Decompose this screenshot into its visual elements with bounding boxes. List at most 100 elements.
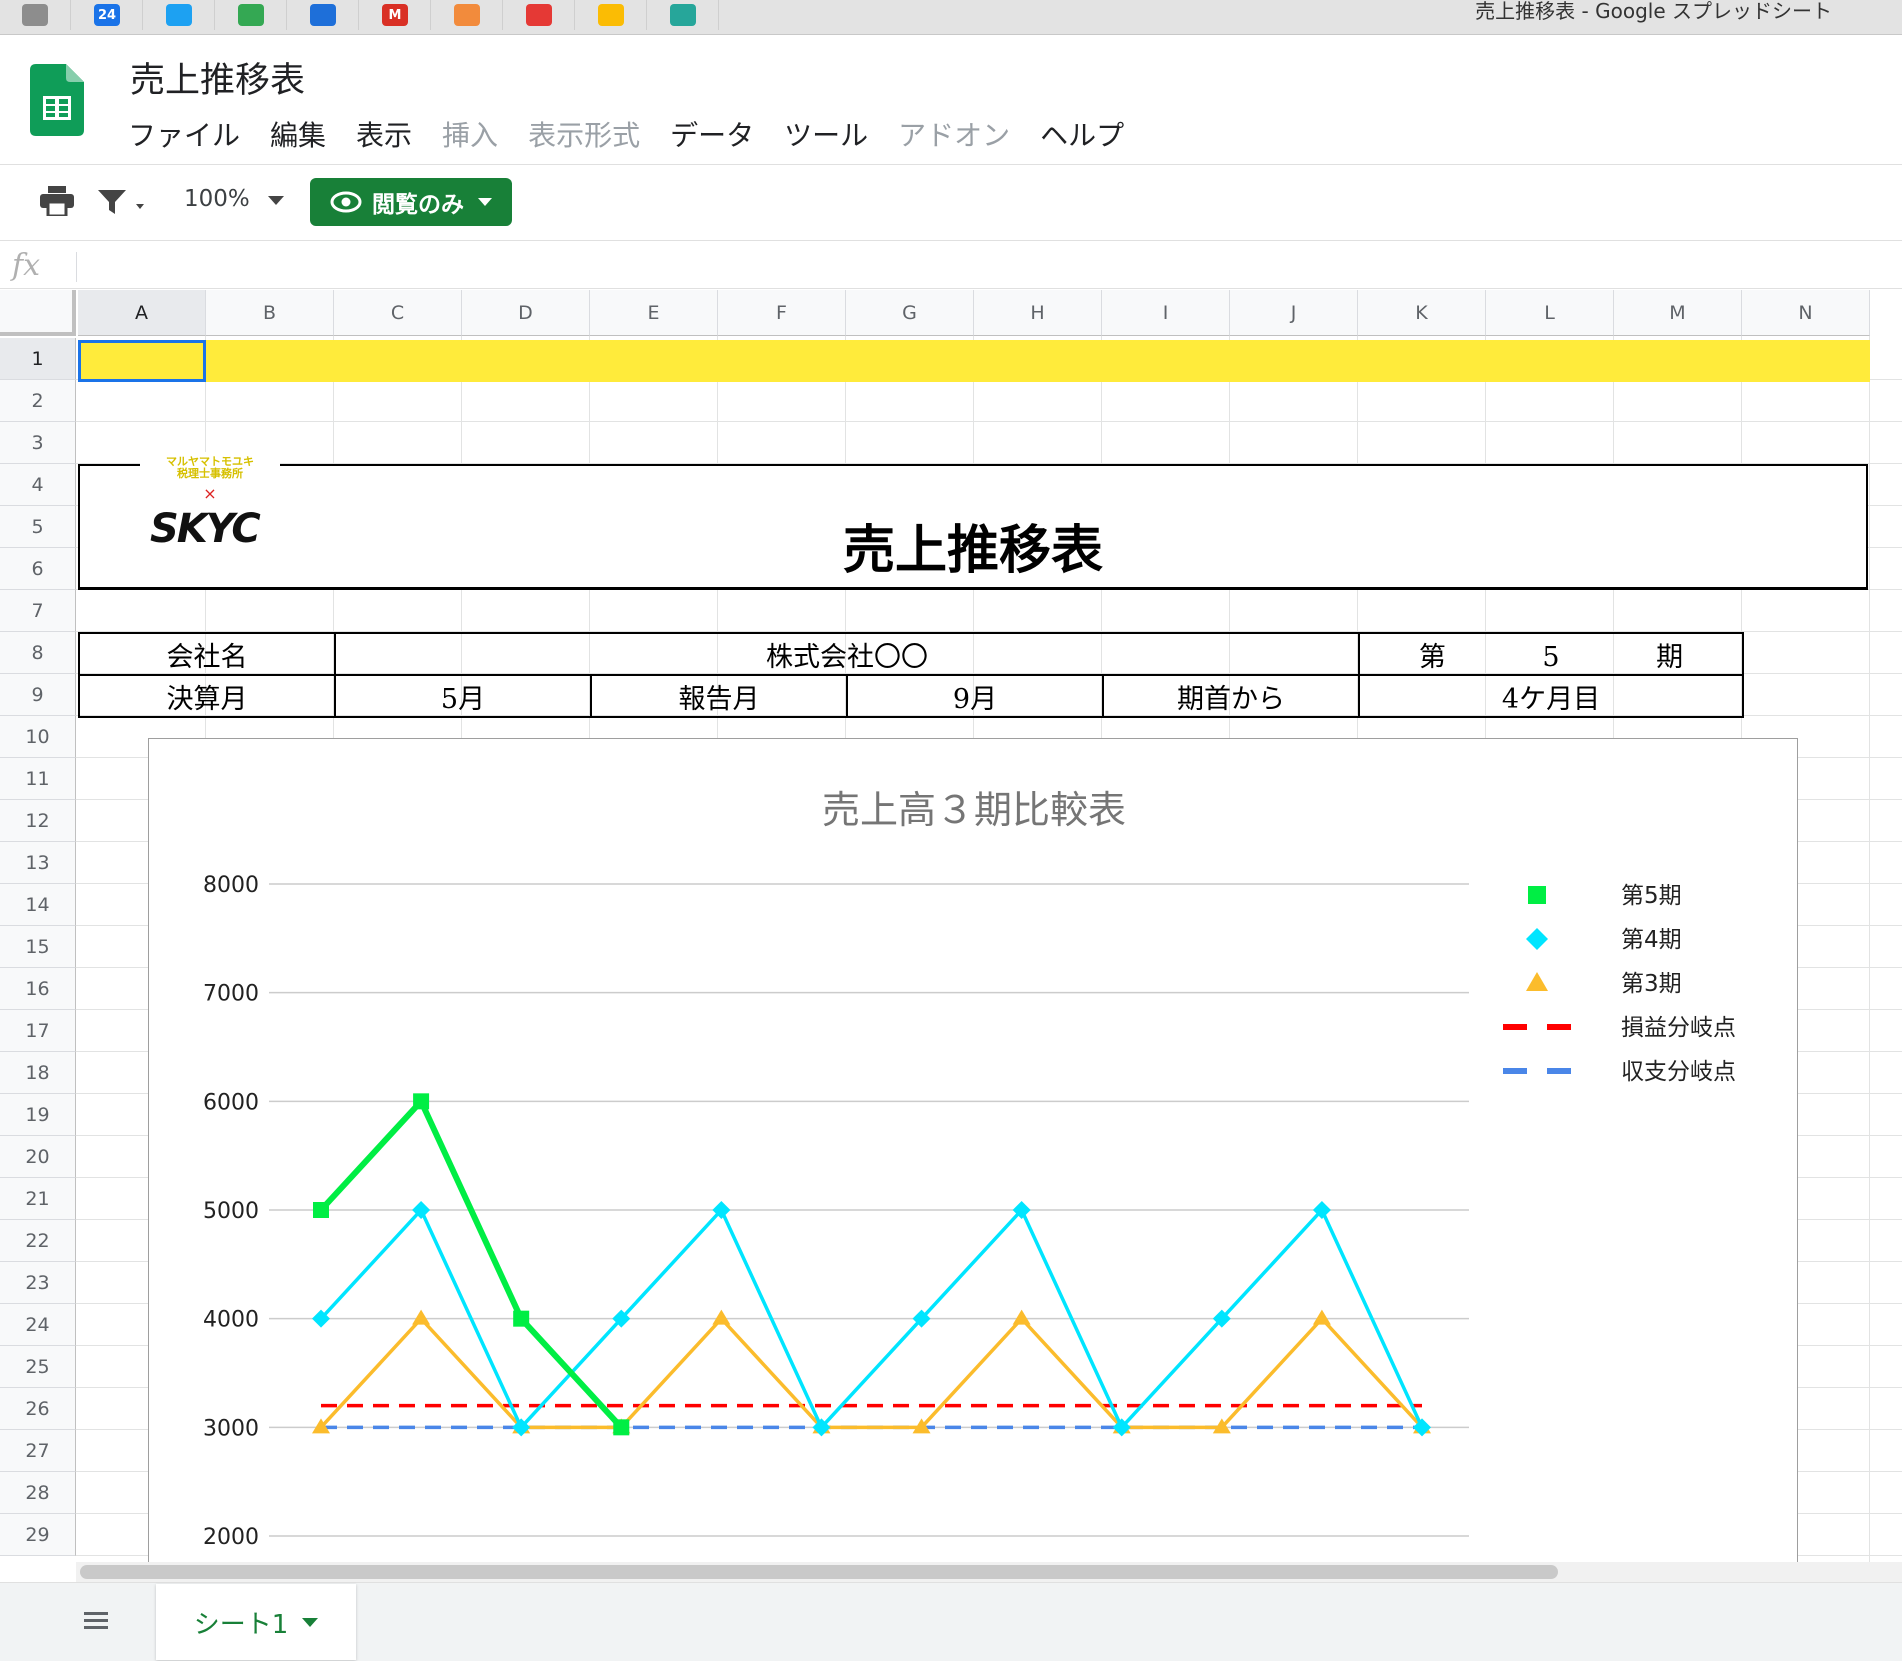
row-header-9[interactable]: 9	[0, 674, 76, 716]
row-header-15[interactable]: 15	[0, 926, 76, 968]
column-header-e[interactable]: E	[590, 290, 718, 336]
bookmark-twitter-icon[interactable]	[144, 0, 215, 30]
row-header-10[interactable]: 10	[0, 716, 76, 758]
column-header-n[interactable]: N	[1742, 290, 1870, 336]
chart-canvas: 売上高３期比較表 2000 3000 4000 5000 6000 7000 8000 第5期第…	[203, 788, 1736, 1550]
column-header-b[interactable]: B	[206, 290, 334, 336]
column-header-i[interactable]: I	[1102, 290, 1230, 336]
print-button[interactable]	[40, 186, 74, 216]
column-header-h[interactable]: H	[974, 290, 1102, 336]
sheet-tab-active[interactable]: シート1	[156, 1584, 356, 1660]
alarm-icon	[454, 4, 480, 26]
menu-item[interactable]: 挿入	[442, 114, 498, 154]
bookmark-finder-icon[interactable]	[0, 0, 71, 30]
from-start-value[interactable]: 4ケ月目	[1358, 674, 1744, 718]
row-header-5[interactable]: 5	[0, 506, 76, 548]
term-cell[interactable]: 第 5 期	[1358, 632, 1744, 676]
column-header-g[interactable]: G	[846, 290, 974, 336]
row-header-16[interactable]: 16	[0, 968, 76, 1010]
from-start-label[interactable]: 期首から	[1102, 674, 1360, 718]
row-header-25[interactable]: 25	[0, 1346, 76, 1388]
formula-input[interactable]	[96, 250, 1890, 284]
menu-item[interactable]: データ	[670, 114, 754, 154]
term-number: 5	[1542, 641, 1560, 673]
bookmark-gmail-icon[interactable]: M	[360, 0, 431, 30]
column-header-l[interactable]: L	[1486, 290, 1614, 336]
bookmark-alarm-icon[interactable]	[432, 0, 503, 30]
view-only-button[interactable]: 閲覧のみ	[310, 178, 512, 226]
row-header-27[interactable]: 27	[0, 1430, 76, 1472]
closing-month-label[interactable]: 決算月	[78, 674, 336, 718]
row-header-19[interactable]: 19	[0, 1094, 76, 1136]
menu-item[interactable]: ヘルプ	[1040, 114, 1124, 154]
row-header-28[interactable]: 28	[0, 1472, 76, 1514]
report-month-label[interactable]: 報告月	[590, 674, 848, 718]
legend-label: 損益分岐点	[1621, 1015, 1736, 1041]
y-tick-label: 4000	[203, 1308, 259, 1333]
sheet-tab-label: シート1	[193, 1609, 289, 1640]
column-header-d[interactable]: D	[462, 290, 590, 336]
bookmark-calendar-icon[interactable]: 24	[72, 0, 143, 30]
report-month-value[interactable]: 9月	[846, 674, 1104, 718]
marker-triangle	[712, 1309, 731, 1325]
bookmark-pinwheel-icon[interactable]	[576, 0, 647, 30]
row-header-22[interactable]: 22	[0, 1220, 76, 1262]
sheets-logo-icon[interactable]	[30, 64, 84, 136]
chevron-down-icon[interactable]	[302, 1617, 319, 1627]
marker-triangle	[1312, 1309, 1331, 1325]
horizontal-scroll-thumb[interactable]	[80, 1565, 1558, 1579]
legend-marker-triangle	[1526, 972, 1548, 991]
menu-item[interactable]: 表示	[356, 114, 412, 154]
bookmark-teal-app-icon[interactable]	[648, 0, 719, 30]
column-header-k[interactable]: K	[1358, 290, 1486, 336]
row-header-13[interactable]: 13	[0, 842, 76, 884]
filter-button[interactable]	[96, 188, 146, 216]
row-header-2[interactable]: 2	[0, 380, 76, 422]
row-header-12[interactable]: 12	[0, 800, 76, 842]
row-header-29[interactable]: 29	[0, 1514, 76, 1556]
active-cell-a1[interactable]	[78, 340, 206, 382]
column-header-f[interactable]: F	[718, 290, 846, 336]
chevron-down-icon[interactable]	[268, 196, 284, 205]
select-all-corner[interactable]	[0, 290, 76, 336]
row-header-21[interactable]: 21	[0, 1178, 76, 1220]
term-suffix: 期	[1656, 641, 1684, 673]
row-header-17[interactable]: 17	[0, 1010, 76, 1052]
row-header-4[interactable]: 4	[0, 464, 76, 506]
legend-label: 第4期	[1621, 927, 1682, 953]
column-header-j[interactable]: J	[1230, 290, 1358, 336]
column-header-m[interactable]: M	[1614, 290, 1742, 336]
menu-item[interactable]: アドオン	[898, 114, 1010, 154]
row-header-24[interactable]: 24	[0, 1304, 76, 1346]
row-header-18[interactable]: 18	[0, 1052, 76, 1094]
y-tick-label: 2000	[203, 1525, 259, 1550]
all-sheets-button[interactable]	[82, 1608, 110, 1632]
menu-item[interactable]: 編集	[270, 114, 326, 154]
row-header-8[interactable]: 8	[0, 632, 76, 674]
menu-item[interactable]: ツール	[784, 114, 868, 154]
column-header-c[interactable]: C	[334, 290, 462, 336]
bookmark-google-drive-icon[interactable]	[216, 0, 287, 30]
legend-label: 収支分岐点	[1621, 1059, 1736, 1085]
row-header-14[interactable]: 14	[0, 884, 76, 926]
row-header-1[interactable]: 1	[0, 338, 76, 380]
row-header-26[interactable]: 26	[0, 1388, 76, 1430]
sales-comparison-chart[interactable]: 売上高３期比較表 2000 3000 4000 5000 6000 7000 8000 第5期第…	[148, 738, 1798, 1598]
bookmark-paper-plane-icon[interactable]	[288, 0, 359, 30]
closing-month-value[interactable]: 5月	[334, 674, 592, 718]
menu-item[interactable]: ファイル	[128, 114, 240, 154]
row-header-11[interactable]: 11	[0, 758, 76, 800]
company-value[interactable]: 株式会社〇〇	[334, 632, 1360, 676]
row-header-3[interactable]: 3	[0, 422, 76, 464]
menu-item[interactable]: 表示形式	[528, 114, 640, 154]
calendar-icon: 24	[94, 4, 120, 26]
company-label[interactable]: 会社名	[78, 632, 336, 676]
row-header-23[interactable]: 23	[0, 1262, 76, 1304]
document-title[interactable]: 売上推移表	[130, 52, 305, 103]
row-header-20[interactable]: 20	[0, 1136, 76, 1178]
column-header-a[interactable]: A	[78, 290, 206, 336]
row-header-7[interactable]: 7	[0, 590, 76, 632]
row-header-6[interactable]: 6	[0, 548, 76, 590]
zoom-select[interactable]: 100%	[184, 186, 250, 212]
bookmark-photos-flower-icon[interactable]	[504, 0, 575, 30]
